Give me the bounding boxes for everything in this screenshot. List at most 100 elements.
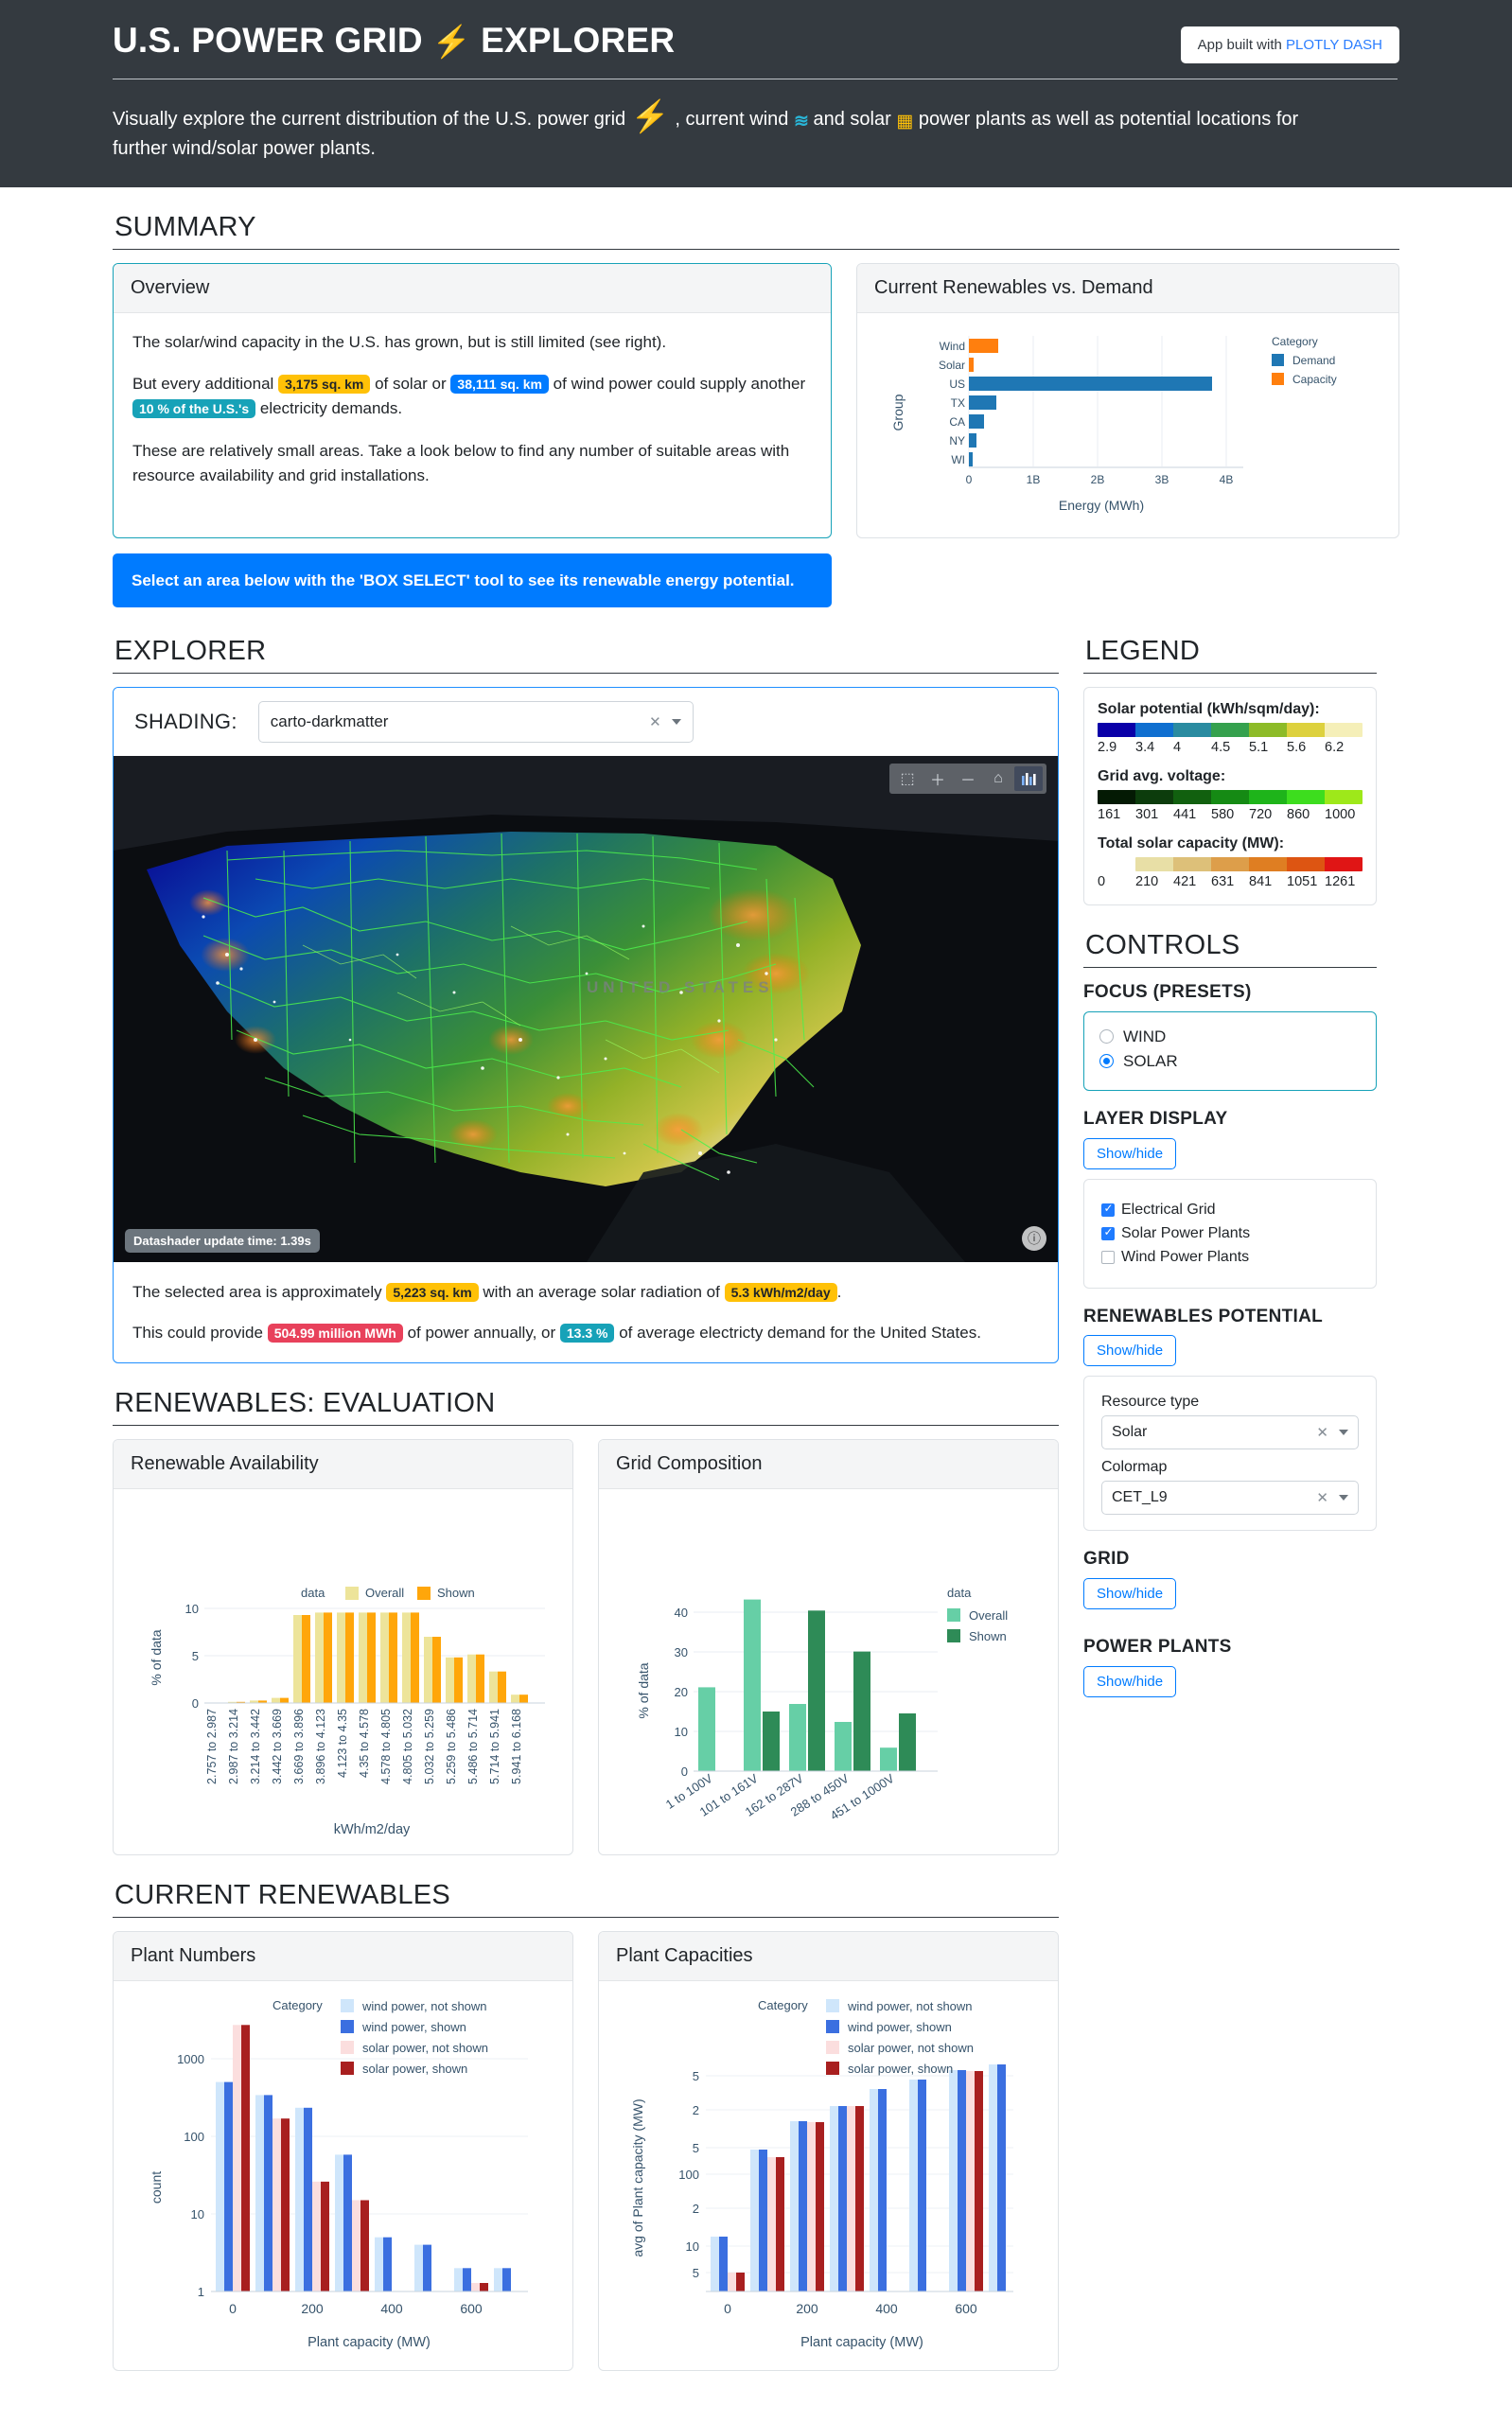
demand-share-badge: 10 % of the U.S.'s bbox=[132, 399, 256, 419]
radio-wind-indicator[interactable] bbox=[1099, 1029, 1114, 1045]
evaluation-divider bbox=[113, 1425, 1059, 1427]
checkbox-wind-power-plants-box[interactable] bbox=[1101, 1250, 1115, 1264]
svg-text:count: count bbox=[149, 2171, 164, 2204]
resource-type-select[interactable]: Solar ✕ bbox=[1101, 1415, 1359, 1450]
renewables-vs-demand-chart[interactable]: Wind Solar US TX CA NY WI 0 1B 2B 3B 4B … bbox=[865, 323, 1391, 526]
page-title-suffix: EXPLORER bbox=[481, 21, 676, 60]
svg-text:Group: Group bbox=[890, 394, 905, 430]
svg-text:% of data: % of data bbox=[149, 1630, 164, 1686]
svg-text:2B: 2B bbox=[1091, 473, 1105, 486]
datashader-icon[interactable] bbox=[1014, 766, 1043, 792]
plant-capacities-title: Plant Capacities bbox=[599, 1932, 1058, 1982]
svg-text:100: 100 bbox=[678, 2168, 699, 2182]
svg-text:3B: 3B bbox=[1155, 473, 1169, 486]
checkbox-wind-power-plants[interactable]: Wind Power Plants bbox=[1101, 1249, 1359, 1266]
tick: 3.4 bbox=[1135, 740, 1155, 756]
svg-text:solar power, shown: solar power, shown bbox=[848, 2062, 953, 2076]
wind-area-badge: 38,111 sq. km bbox=[450, 374, 549, 394]
selected-area-c: . bbox=[836, 1283, 842, 1302]
renewable-availability-title: Renewable Availability bbox=[114, 1440, 572, 1490]
solar-capacity-legend-title: Total solar capacity (MW): bbox=[1098, 835, 1285, 852]
sidebar: LEGEND Solar potential (kWh/sqm/day): 2.… bbox=[1083, 636, 1377, 1707]
selected-area-line: The selected area is approximately 5,223… bbox=[132, 1279, 1039, 1305]
tick: 720 bbox=[1249, 807, 1273, 823]
power-plants-showhide-button[interactable]: Show/hide bbox=[1083, 1665, 1177, 1697]
chevron-down-icon[interactable] bbox=[1339, 1430, 1348, 1436]
radio-wind[interactable]: WIND bbox=[1099, 1027, 1361, 1046]
plant-numbers-title: Plant Numbers bbox=[114, 1932, 572, 1982]
colormap-select[interactable]: CET_L9 ✕ bbox=[1101, 1481, 1359, 1516]
svg-text:wind power, shown: wind power, shown bbox=[361, 2020, 466, 2034]
explorer-footer: The selected area is approximately 5,223… bbox=[114, 1262, 1058, 1362]
grid-voltage-legend-title: Grid avg. voltage: bbox=[1098, 768, 1226, 785]
svg-text:WI: WI bbox=[951, 453, 965, 466]
radio-solar-indicator[interactable] bbox=[1099, 1054, 1114, 1069]
chevron-down-icon[interactable] bbox=[671, 719, 681, 726]
svg-text:10: 10 bbox=[185, 1602, 199, 1616]
map-toolbar[interactable]: ⬚ ＋ － ⌂ bbox=[889, 764, 1046, 795]
renewable-availability-chart[interactable]: 0 5 10 % of data 2.757 to 2.987 2.987 to 3… bbox=[121, 1497, 566, 1847]
svg-text:2: 2 bbox=[693, 2103, 699, 2117]
controls-section-title: CONTROLS bbox=[1085, 930, 1240, 961]
clear-icon[interactable]: ✕ bbox=[1316, 1424, 1328, 1441]
zoom-out-icon[interactable]: － bbox=[954, 766, 982, 791]
svg-text:NY: NY bbox=[949, 434, 965, 448]
svg-text:200: 200 bbox=[301, 2301, 324, 2316]
checkbox-electrical-grid[interactable]: Electrical Grid bbox=[1101, 1202, 1359, 1219]
tick: 2.9 bbox=[1098, 740, 1117, 756]
svg-text:% of data: % of data bbox=[636, 1663, 651, 1719]
zoom-in-icon[interactable]: ＋ bbox=[923, 766, 952, 791]
subtitle-part-1: Visually explore the current distributio… bbox=[113, 109, 626, 130]
bar-overall-2 bbox=[744, 1600, 761, 1772]
grid-composition-chart[interactable]: 010 203040 % of data 1 to 100V 101 to 16… bbox=[607, 1497, 1051, 1847]
focus-presets-label: FOCUS (PRESETS) bbox=[1083, 982, 1252, 1003]
plant-capacities-chart[interactable]: 5 10 2 100 5 2 5 avg of Plant capacity (MW) 0… bbox=[607, 1989, 1051, 2362]
clear-icon[interactable]: ✕ bbox=[649, 713, 661, 730]
svg-text:Category: Category bbox=[273, 1998, 323, 2012]
clear-icon[interactable]: ✕ bbox=[1316, 1489, 1328, 1506]
subtitle-part-2: , current wind bbox=[675, 109, 789, 130]
datashader-map[interactable]: UNITED STATES ⬚ ＋ － ⌂ Datashader update … bbox=[114, 756, 1058, 1263]
shading-select-value: carto-darkmatter bbox=[270, 712, 389, 731]
radio-solar[interactable]: SOLAR bbox=[1099, 1052, 1361, 1071]
map-attribution-icon[interactable]: ⓘ bbox=[1022, 1226, 1046, 1252]
layer-display-showhide-button[interactable]: Show/hide bbox=[1083, 1137, 1177, 1169]
chevron-down-icon[interactable] bbox=[1339, 1495, 1348, 1501]
svg-text:5: 5 bbox=[693, 2141, 699, 2155]
app-header: U.S. POWER GRID ⚡ EXPLORER App built wit… bbox=[0, 0, 1512, 187]
svg-text:Wind: Wind bbox=[940, 340, 965, 353]
plant-numbers-chart[interactable]: 1 10 100 1000 count 0 200 400 600 Plant capa… bbox=[121, 1989, 566, 2362]
tick: 1000 bbox=[1325, 807, 1356, 823]
renewables-vs-demand-title: Current Renewables vs. Demand bbox=[857, 263, 1398, 313]
overview-paragraph-2: But every additional 3,175 sq. km of sol… bbox=[132, 372, 812, 422]
home-icon[interactable]: ⌂ bbox=[984, 766, 1012, 791]
svg-text:3.669 to 3.896: 3.669 to 3.896 bbox=[292, 1709, 306, 1784]
svg-text:0: 0 bbox=[229, 2301, 237, 2316]
bolt-icon-inline: ⚡ bbox=[630, 98, 670, 133]
badge-prefix: App built with bbox=[1197, 37, 1287, 53]
grid-showhide-button[interactable]: Show/hide bbox=[1083, 1578, 1177, 1610]
checkbox-electrical-grid-box[interactable] bbox=[1101, 1203, 1115, 1217]
layer-display-panel: Electrical Grid Solar Power Plants Wind … bbox=[1083, 1178, 1377, 1289]
box-select-icon[interactable]: ⬚ bbox=[893, 766, 922, 791]
svg-text:5.486 to 5.714: 5.486 to 5.714 bbox=[466, 1709, 480, 1784]
tick: 6.2 bbox=[1325, 740, 1345, 756]
radio-solar-label: SOLAR bbox=[1123, 1051, 1178, 1070]
tick: 161 bbox=[1098, 807, 1121, 823]
plotly-dash-link[interactable]: PLOTLY DASH bbox=[1286, 37, 1382, 53]
checkbox-solar-power-plants-box[interactable] bbox=[1101, 1226, 1115, 1240]
shading-select[interactable]: carto-darkmatter ✕ bbox=[257, 701, 694, 744]
bar-wind-capacity bbox=[969, 338, 998, 353]
svg-text:Demand: Demand bbox=[1292, 354, 1335, 367]
bar-shown-4 bbox=[853, 1652, 870, 1772]
plotly-dash-badge[interactable]: App built with PLOTLY DASH bbox=[1180, 26, 1399, 63]
radio-wind-label: WIND bbox=[1123, 1027, 1167, 1045]
checkbox-solar-power-plants[interactable]: Solar Power Plants bbox=[1101, 1225, 1359, 1242]
solar-radiation-badge: 5.3 kWh/m2/day bbox=[724, 1283, 837, 1303]
plant-numbers-card: Plant Numbers 1 10 100 1000 count 0 200 … bbox=[113, 1931, 573, 2372]
svg-text:5: 5 bbox=[693, 2266, 699, 2280]
plant-capacities-card: Plant Capacities 5 10 2 100 5 2 5 avg of… bbox=[598, 1931, 1059, 2372]
tick: 441 bbox=[1173, 807, 1197, 823]
svg-text:wind power, not shown: wind power, not shown bbox=[361, 1999, 487, 2013]
renewables-potential-showhide-button[interactable]: Show/hide bbox=[1083, 1335, 1177, 1367]
